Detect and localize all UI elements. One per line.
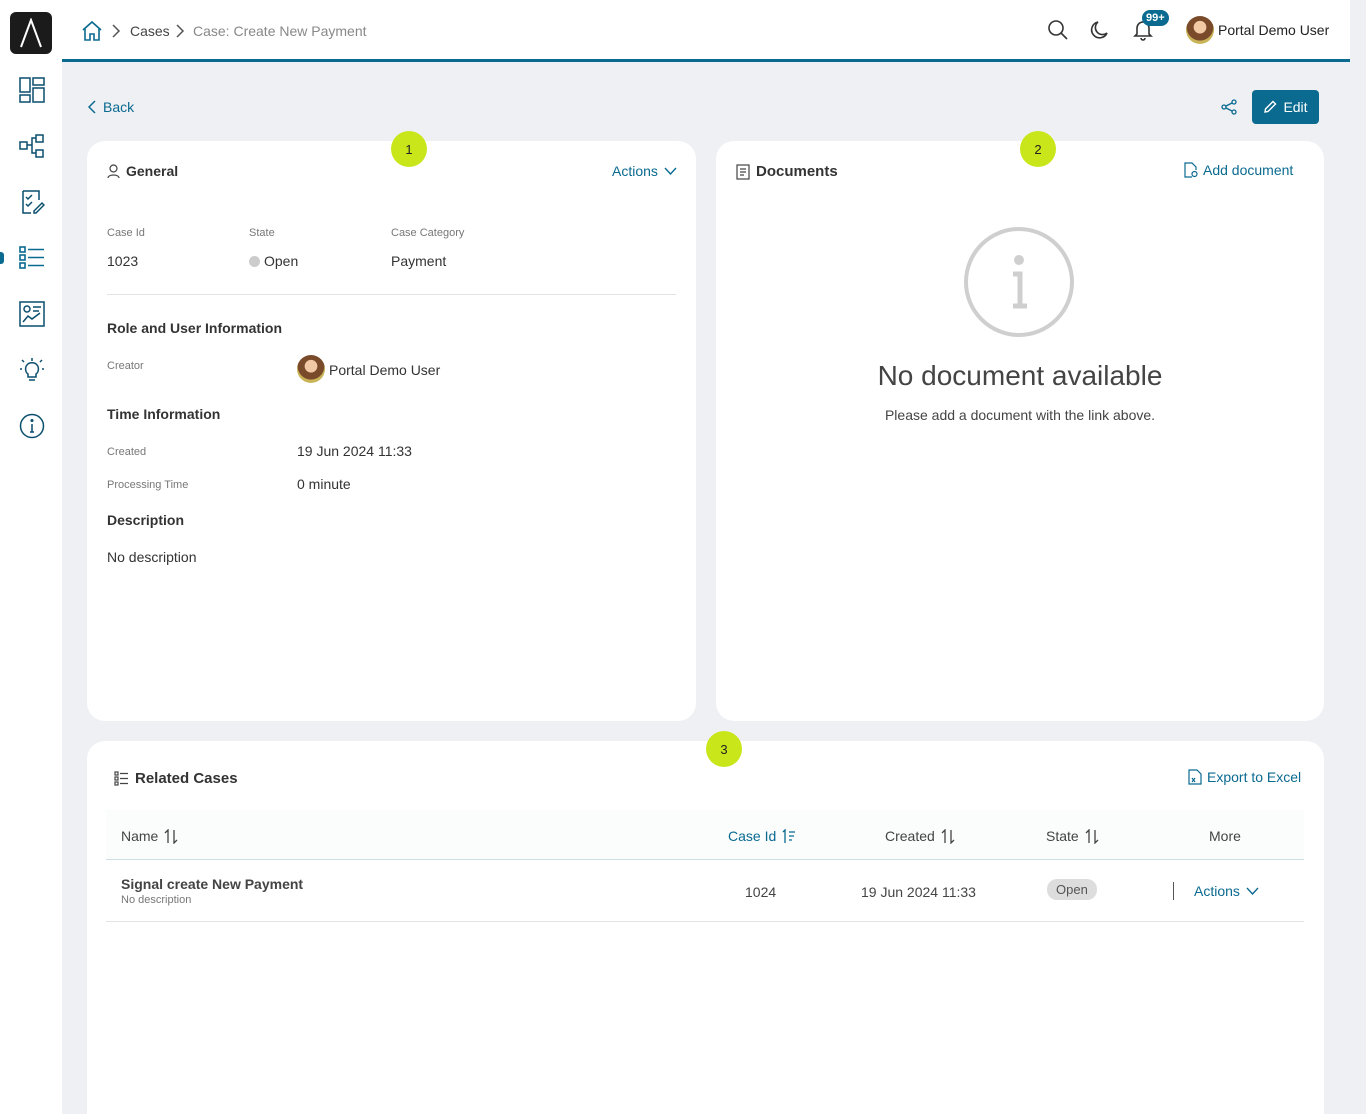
state-dot-icon	[249, 256, 260, 267]
column-more-header: More	[1209, 828, 1241, 844]
active-nav-indicator	[0, 252, 4, 264]
case-id-value: 1023	[107, 253, 139, 269]
column-name-label: Name	[121, 828, 159, 844]
user-icon	[107, 163, 120, 178]
state-label: State	[249, 227, 275, 239]
general-title-text: General	[126, 163, 179, 179]
back-button[interactable]: Back	[88, 99, 134, 115]
chevron-down-icon	[1246, 887, 1259, 895]
role-section-heading: Role and User Information	[107, 320, 283, 336]
excel-icon	[1188, 769, 1202, 785]
column-state-label: State	[1046, 828, 1079, 844]
info-icon	[963, 226, 1075, 338]
related-cases-title-text: Related Cases	[135, 770, 238, 787]
breadcrumb-cases[interactable]: Cases	[130, 23, 170, 39]
status-badge: Open	[1047, 879, 1097, 900]
table-header: Name Case Id Created State More	[106, 810, 1304, 860]
column-created-header[interactable]: Created	[885, 828, 955, 844]
creator-label: Creator	[107, 360, 144, 372]
list-icon	[114, 771, 128, 786]
row-case-description: No description	[121, 894, 192, 906]
statistics-icon[interactable]	[16, 298, 48, 330]
column-case-id-label: Case Id	[728, 828, 777, 844]
case-id-label: Case Id	[107, 227, 145, 239]
documents-title-text: Documents	[756, 163, 838, 180]
app-logo[interactable]	[10, 12, 52, 54]
section-divider	[107, 294, 676, 295]
related-cases-title: Related Cases	[114, 770, 238, 787]
dashboard-icon[interactable]	[16, 74, 48, 106]
processing-time-label: Processing Time	[107, 479, 189, 491]
creator-avatar	[297, 355, 325, 383]
document-icon	[736, 163, 750, 180]
process-icon[interactable]	[16, 130, 48, 162]
row-created: 19 Jun 2024 11:33	[861, 884, 976, 900]
description-value: No description	[107, 549, 197, 565]
column-name-header[interactable]: Name	[121, 828, 178, 844]
add-document-icon	[1184, 162, 1198, 178]
user-name[interactable]: Portal Demo User	[1218, 22, 1329, 38]
chevron-right-icon	[112, 24, 121, 38]
case-category-value: Payment	[391, 253, 447, 269]
chevron-left-icon	[88, 100, 96, 114]
row-actions-button[interactable]: Actions	[1194, 883, 1259, 899]
sort-ascending-icon	[782, 828, 796, 843]
sort-icon	[1085, 828, 1099, 844]
home-icon[interactable]	[80, 19, 104, 43]
export-excel-button[interactable]: Export to Excel	[1188, 769, 1301, 785]
empty-documents-title: No document available	[877, 360, 1163, 391]
edit-label: Edit	[1283, 99, 1308, 115]
chevron-right-icon	[176, 24, 185, 38]
general-actions-label: Actions	[612, 163, 658, 179]
column-more-label: More	[1209, 828, 1241, 844]
pencil-icon	[1264, 100, 1277, 113]
processing-time-value: 0 minute	[297, 476, 351, 492]
add-document-label: Add document	[1203, 162, 1294, 178]
created-value: 19 Jun 2024 11:33	[297, 443, 412, 459]
ideas-icon[interactable]	[16, 354, 48, 386]
created-label: Created	[107, 446, 147, 458]
column-case-id-header[interactable]: Case Id	[728, 828, 796, 844]
general-actions-button[interactable]: Actions	[612, 163, 677, 179]
about-icon[interactable]	[16, 410, 48, 442]
dark-mode-icon[interactable]	[1089, 18, 1113, 42]
documents-title: Documents	[736, 163, 838, 180]
breadcrumb-current: Case: Create New Payment	[193, 23, 367, 39]
export-excel-label: Export to Excel	[1207, 769, 1302, 785]
cases-icon[interactable]	[16, 242, 48, 274]
column-state-header[interactable]: State	[1046, 828, 1099, 844]
share-icon[interactable]	[1218, 96, 1240, 118]
search-icon[interactable]	[1046, 18, 1070, 42]
sidebar	[0, 0, 62, 1114]
row-case-name[interactable]: Signal create New Payment	[121, 876, 303, 892]
table-row[interactable]: Signal create New Payment No description…	[106, 860, 1304, 922]
column-created-label: Created	[885, 828, 935, 844]
creator-name: Portal Demo User	[329, 362, 441, 378]
sort-icon	[164, 828, 178, 844]
row-case-id: 1024	[745, 884, 777, 900]
description-heading: Description	[107, 512, 185, 528]
state-text: Open	[264, 253, 299, 269]
case-category-label: Case Category	[391, 227, 465, 239]
step-marker-1: 1	[391, 131, 427, 167]
row-divider	[1173, 882, 1174, 900]
chevron-down-icon	[664, 167, 677, 175]
step-marker-3: 3	[706, 731, 742, 767]
related-cases-card	[87, 741, 1324, 1114]
avatar[interactable]	[1186, 16, 1214, 44]
sort-icon	[941, 828, 955, 844]
notification-badge: 99+	[1142, 10, 1169, 26]
time-section-heading: Time Information	[107, 406, 221, 422]
tasks-icon[interactable]	[16, 186, 48, 218]
back-label: Back	[103, 99, 135, 115]
state-value: Open	[249, 253, 298, 269]
add-document-button[interactable]: Add document	[1184, 162, 1293, 178]
empty-documents-text: Please add a document with the link abov…	[884, 407, 1156, 423]
general-title: General	[107, 163, 178, 179]
step-marker-2: 2	[1020, 131, 1056, 167]
row-actions-label: Actions	[1194, 883, 1240, 899]
edit-button[interactable]: Edit	[1252, 90, 1319, 124]
